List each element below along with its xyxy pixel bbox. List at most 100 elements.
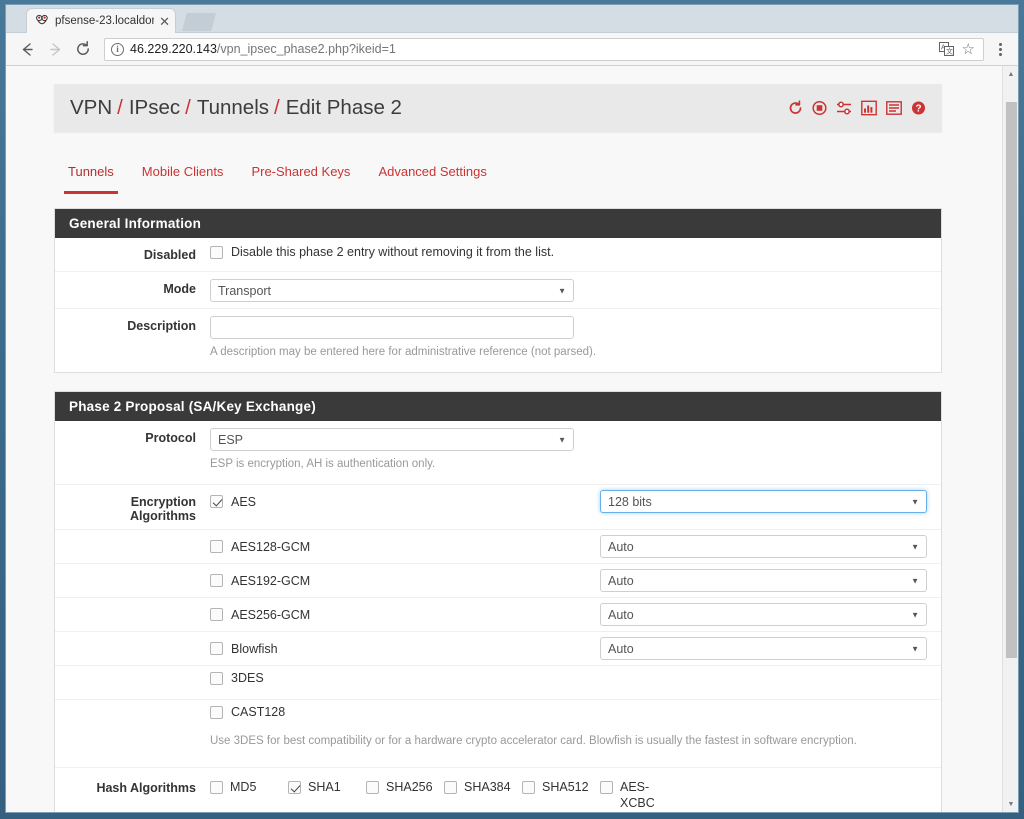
forward-button[interactable] [42,36,68,62]
enc-blowfish-keylength-select[interactable]: Auto ▼ [600,637,927,660]
hash-sha512-checkbox[interactable] [522,781,535,794]
chrome-menu-icon[interactable] [990,42,1010,56]
field-description: A description may be entered here for ad… [210,309,941,372]
breadcrumb: VPN / IPsec / Tunnels / Edit Phase 2 ? [54,84,942,132]
address-bar[interactable]: i 46.229.220.143/vpn_ipsec_phase2.php?ik… [104,37,984,61]
translate-icon[interactable]: A 文 [938,42,954,56]
disabled-checkbox[interactable] [210,245,223,259]
hash-sha1-checkbox[interactable] [288,781,301,794]
hash-md5-label: MD5 [230,780,257,794]
scrollbar-thumb[interactable] [1006,102,1017,658]
chevron-down-icon: ▼ [911,542,919,551]
encryption-help: Use 3DES for best compatibility or for a… [210,735,857,747]
enc-3des-checkbox-wrap[interactable]: 3DES [210,671,264,685]
enc-aes128gcm-checkbox[interactable] [210,540,223,553]
description-input[interactable] [210,316,574,339]
sliders-icon[interactable] [836,101,852,116]
breadcrumb-item-tunnels[interactable]: Tunnels [197,96,269,120]
browser-tab[interactable]: pfsense-23.localdomain ✕ [26,8,176,33]
enc-aes256gcm-checkbox-wrap[interactable]: AES256-GCM [210,608,310,622]
mode-select-value: Transport [218,283,272,298]
hash-aesxcbc-checkbox-wrap[interactable]: AES-XCBC [600,780,660,811]
tab-pre-shared-keys[interactable]: Pre-Shared Keys [237,154,364,190]
tab-mobile-clients[interactable]: Mobile Clients [128,154,238,190]
back-button[interactable] [14,36,40,62]
enc-3des-label: 3DES [231,671,264,685]
protocol-select[interactable]: ESP ▼ [210,428,574,451]
enc-aes128gcm-keylength-select[interactable]: Auto ▼ [600,535,927,558]
label-disabled: Disabled [143,248,196,262]
enc-aes-keylength-value: 128 bits [608,494,652,509]
enc-blowfish-checkbox[interactable] [210,642,223,655]
scroll-up-icon[interactable]: ▲ [1003,66,1018,82]
label-spacer [55,734,210,750]
enc-aes-keylength-select[interactable]: 128 bits ▼ [600,490,927,513]
field-mode: Transport ▼ [210,272,941,308]
row-encryption-3des: 3DES [55,666,941,700]
enc-aes192gcm-checkbox-wrap[interactable]: AES192-GCM [210,574,310,588]
help-icon[interactable]: ? [911,101,926,116]
header-icon-group: ? [788,100,926,116]
enc-cast128-checkbox[interactable] [210,705,223,719]
hash-sha256-checkbox-wrap[interactable]: SHA256 [366,780,444,811]
breadcrumb-separator: / [185,96,191,119]
field-hash-algorithms: MD5 SHA1 SHA256 SHA384 SHA512 AES-XCBC [210,768,941,812]
reload-button[interactable] [70,36,96,62]
tab-tunnels[interactable]: Tunnels [54,154,128,194]
enc-blowfish-checkbox-wrap[interactable]: Blowfish [210,642,278,656]
breadcrumb-separator: / [117,96,123,119]
record-icon[interactable] [812,100,827,116]
row-encryption-blowfish: Blowfish Auto ▼ [55,632,941,666]
mode-select[interactable]: Transport ▼ [210,279,574,302]
row-encryption-aes128gcm: AES128-GCM Auto ▼ [55,530,941,564]
chevron-down-icon: ▼ [911,497,919,506]
hash-sha512-checkbox-wrap[interactable]: SHA512 [522,780,600,811]
enc-cast128-checkbox-wrap[interactable]: CAST128 [210,705,285,719]
bookmark-star-icon[interactable]: ☆ [962,40,975,58]
hash-md5-checkbox[interactable] [210,781,223,794]
enc-aes192gcm-keylength-select[interactable]: Auto ▼ [600,569,927,592]
disabled-checkbox-wrap[interactable]: Disable this phase 2 entry without remov… [210,245,554,259]
enc-aes-checkbox[interactable] [210,495,223,508]
scroll-down-icon[interactable]: ▼ [1003,796,1018,812]
enc-aes256gcm-label: AES256-GCM [231,607,311,622]
tab-advanced-settings[interactable]: Advanced Settings [364,154,500,190]
breadcrumb-item-ipsec[interactable]: IPsec [129,96,180,120]
hash-md5-checkbox-wrap[interactable]: MD5 [210,780,288,811]
field-encryption-cast128: CAST128 [210,700,941,723]
description-help: A description may be entered here for ad… [210,346,597,358]
bar-chart-icon[interactable] [861,100,877,116]
row-disabled: Disabled Disable this phase 2 entry with… [55,238,941,272]
field-encryption-aes: AES 128 bits ▼ [210,485,941,517]
enc-aes192gcm-checkbox[interactable] [210,574,223,587]
field-encryption-aes256gcm: AES256-GCM Auto ▼ [210,598,941,630]
enc-aes128gcm-checkbox-wrap[interactable]: AES128-GCM [210,540,310,554]
hash-sha384-checkbox-wrap[interactable]: SHA384 [444,780,522,811]
enc-aes-checkbox-wrap[interactable]: AES [210,495,256,509]
list-icon[interactable] [886,101,902,116]
enc-aes256gcm-keylength-select[interactable]: Auto ▼ [600,603,927,626]
label-spacer [55,700,210,716]
page-scrollbar[interactable]: ▲ ▼ [1002,66,1018,812]
site-info-icon[interactable]: i [111,42,124,56]
enc-3des-checkbox[interactable] [210,671,223,685]
label-spacer [55,598,210,614]
hash-aesxcbc-checkbox[interactable] [600,781,613,794]
field-encryption-blowfish: Blowfish Auto ▼ [210,632,941,664]
hash-sha384-label: SHA384 [464,780,511,794]
tab-close-icon[interactable]: ✕ [159,15,170,28]
enc-aes128gcm-label: AES128-GCM [231,539,311,554]
hash-sha1-checkbox-wrap[interactable]: SHA1 [288,780,366,811]
enc-aes256gcm-checkbox[interactable] [210,608,223,621]
new-tab-button[interactable] [182,13,216,31]
hash-sha256-checkbox[interactable] [366,781,379,794]
label-spacer [55,632,210,648]
phase2-proposal-panel: Phase 2 Proposal (SA/Key Exchange) Proto… [54,391,942,812]
refresh-icon[interactable] [788,100,803,116]
pfsense-page: VPN / IPsec / Tunnels / Edit Phase 2 ? T… [6,66,1002,812]
hash-sha384-checkbox[interactable] [444,781,457,794]
field-encryption-help: Use 3DES for best compatibility or for a… [210,734,941,755]
breadcrumb-item-vpn[interactable]: VPN [70,96,112,120]
tab-label: Advanced Settings [378,164,487,179]
os-window: ✕ pfsense-23.localdomain ✕ [0,0,1024,819]
